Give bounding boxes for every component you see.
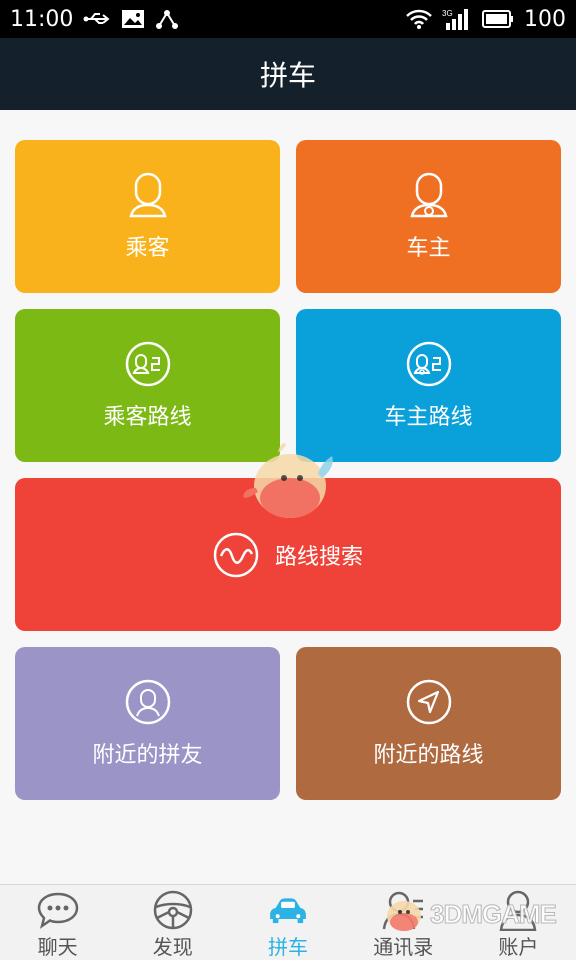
usb-icon (83, 10, 111, 28)
share-icon (155, 8, 179, 30)
steering-wheel-icon (151, 889, 195, 931)
nearby-friends-icon (125, 679, 171, 725)
tab-chat[interactable]: 聊天 (0, 885, 115, 960)
driver-button[interactable]: 车主 (296, 140, 561, 293)
status-time: 11:00 (10, 6, 74, 32)
page-title: 拼车 (259, 59, 316, 92)
tab-discover-label: 发现 (152, 935, 193, 959)
title-bar: 拼车 (0, 38, 576, 110)
wifi-icon (406, 9, 432, 29)
driver-route-icon (406, 341, 452, 387)
route-search-icon (213, 532, 259, 578)
passenger-button[interactable]: 乘客 (15, 140, 280, 293)
image-icon (121, 9, 145, 29)
battery-percent: 100 (524, 6, 566, 32)
tab-carpool[interactable]: 拼车 (230, 885, 345, 960)
tab-discover[interactable]: 发现 (115, 885, 230, 960)
chat-icon (36, 889, 80, 931)
watermark-text: 3DMGAME (430, 898, 558, 929)
nearby-friends-label: 附近的拼友 (92, 742, 203, 768)
driver-icon (406, 172, 452, 218)
nearby-routes-icon (406, 679, 452, 725)
mascot-image (238, 438, 338, 524)
driver-label: 车主 (406, 235, 451, 261)
network-type: 3G (442, 9, 453, 18)
car-icon (266, 889, 310, 931)
watermark: 3DMGAME (382, 892, 558, 936)
nearby-friends-button[interactable]: 附近的拼友 (15, 647, 280, 800)
passenger-route-label: 乘客路线 (103, 404, 192, 430)
driver-route-label: 车主路线 (384, 404, 473, 430)
signal-icon: 3G (442, 8, 472, 30)
battery-icon (482, 10, 514, 28)
tab-chat-label: 聊天 (37, 935, 78, 959)
route-search-label: 路线搜索 (274, 544, 363, 570)
nearby-routes-label: 附近的路线 (373, 742, 484, 768)
nearby-routes-button[interactable]: 附近的路线 (296, 647, 561, 800)
watermark-mascot-icon (387, 901, 421, 931)
passenger-icon (125, 172, 171, 218)
passenger-route-icon (125, 341, 171, 387)
passenger-label: 乘客 (125, 235, 170, 261)
tab-carpool-label: 拼车 (268, 935, 308, 959)
main-content: 乘客 车主 乘客路线 车主路线 路线搜索 附近的拼友 附近的路线 (0, 110, 576, 884)
status-bar: 11:00 3G 100 (0, 0, 576, 38)
